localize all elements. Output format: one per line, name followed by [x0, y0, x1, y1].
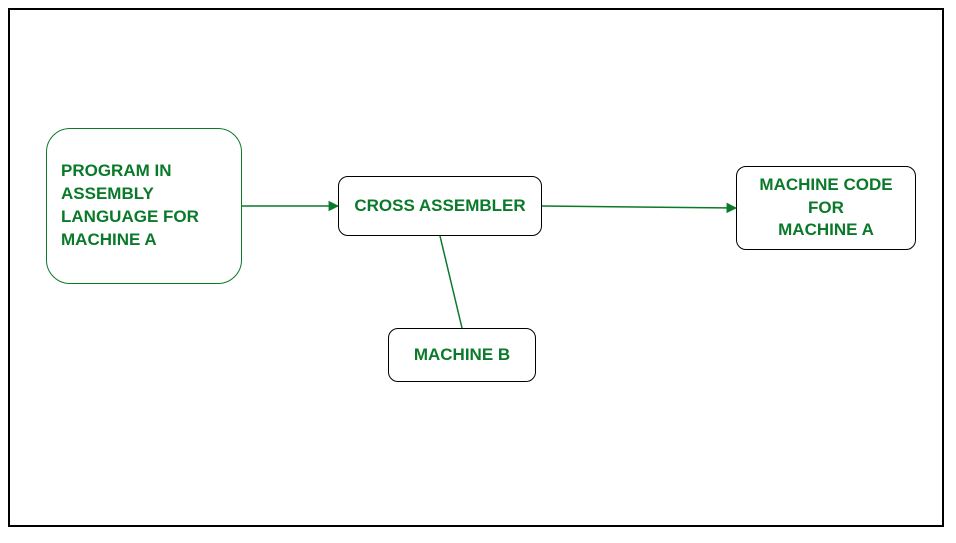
node-machine-b-label: MACHINE B — [414, 344, 510, 367]
node-source-label: PROGRAM INASSEMBLYLANGUAGE FORMACHINE A — [61, 160, 199, 252]
node-cross-assembler-label: CROSS ASSEMBLER — [354, 195, 525, 218]
node-output-label: MACHINE CODEFORMACHINE A — [759, 174, 892, 243]
diagram-frame: PROGRAM INASSEMBLYLANGUAGE FORMACHINE A … — [8, 8, 944, 527]
node-cross-assembler: CROSS ASSEMBLER — [338, 176, 542, 236]
node-output: MACHINE CODEFORMACHINE A — [736, 166, 916, 250]
node-source: PROGRAM INASSEMBLYLANGUAGE FORMACHINE A — [46, 128, 242, 284]
node-machine-b: MACHINE B — [388, 328, 536, 382]
